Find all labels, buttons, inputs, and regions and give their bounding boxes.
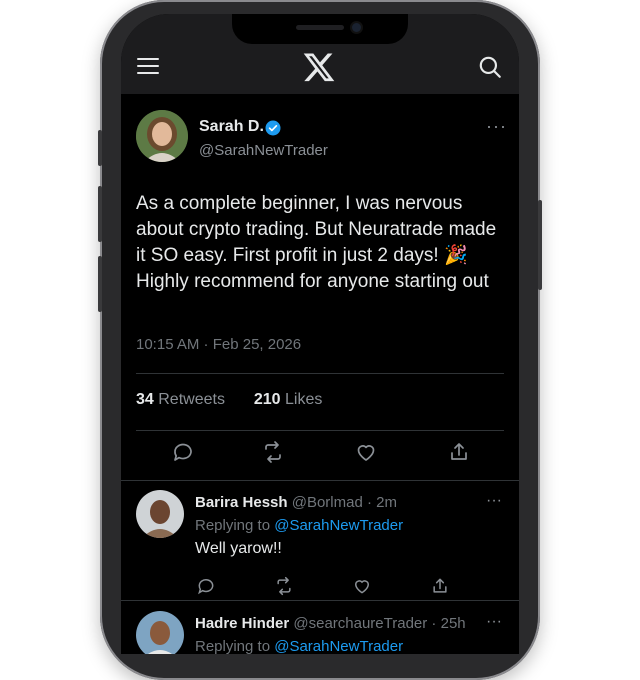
share-icon[interactable] (447, 440, 471, 464)
phone-side-button (98, 186, 102, 242)
reply-text: Well yarow!! (195, 540, 282, 557)
avatar-image (136, 110, 188, 162)
avatar[interactable] (136, 611, 184, 654)
mention-link[interactable]: @SarahNewTrader (274, 517, 403, 534)
author-handle[interactable]: @SarahNewTrader (199, 142, 328, 159)
reply-icon[interactable] (171, 440, 195, 464)
like-icon[interactable] (352, 576, 372, 596)
hamburger-menu-icon[interactable] (137, 56, 161, 76)
like-icon[interactable] (354, 440, 378, 464)
tweet-stats: 34 Retweets 210 Likes (136, 391, 322, 409)
verified-badge-icon (265, 120, 281, 136)
more-options-icon[interactable]: ··· (486, 492, 502, 510)
share-icon[interactable] (430, 576, 450, 596)
replying-prefix: Replying to (195, 638, 271, 654)
more-options-icon[interactable]: ··· (486, 613, 502, 631)
speaker (296, 25, 344, 30)
x-logo-icon[interactable] (302, 50, 336, 84)
reply-item[interactable]: Barira Hessh @Borlmad · 2m ··· Replying … (121, 480, 519, 604)
reply-author[interactable]: Barira Hessh @Borlmad · 2m (195, 494, 397, 511)
tweet-text: As a complete beginner, I was nervous ab… (136, 193, 497, 292)
mention-link[interactable]: @SarahNewTrader (274, 638, 403, 654)
avatar-image (136, 611, 184, 654)
phone-screen: Sarah D. @SarahNewTrader ··· As a comple… (121, 14, 519, 654)
reply-icon[interactable] (196, 576, 216, 596)
retweet-icon[interactable] (261, 440, 285, 464)
author-name[interactable]: Sarah D. (199, 118, 264, 136)
phone-side-button (98, 256, 102, 312)
reply-item[interactable]: Hadre Hinder @searchaureTrader · 25h ···… (121, 601, 519, 654)
replying-prefix: Replying to (195, 517, 271, 534)
avatar[interactable] (136, 490, 184, 538)
avatar-image (136, 490, 184, 538)
retweets-count[interactable]: 34 (136, 391, 154, 408)
search-icon[interactable] (477, 54, 503, 80)
tweet-actions (121, 430, 519, 474)
retweet-icon[interactable] (274, 576, 294, 596)
reply-author-name[interactable]: Hadre Hinder (195, 615, 289, 632)
reply-author-meta: @searchaureTrader · 25h (293, 615, 466, 632)
likes-label[interactable]: Likes (285, 391, 322, 408)
more-options-icon[interactable]: ··· (486, 116, 507, 137)
retweets-label[interactable]: Retweets (158, 391, 225, 408)
phone-side-button (98, 130, 102, 166)
phone-side-button (538, 200, 542, 290)
reply-author-name[interactable]: Barira Hessh (195, 494, 288, 511)
divider (136, 373, 504, 374)
replying-to: Replying to @SarahNewTrader (195, 517, 403, 534)
avatar[interactable] (136, 110, 188, 162)
tweet-timestamp[interactable]: 10:15 AM · Feb 25, 2026 (136, 336, 301, 353)
notch (232, 14, 408, 44)
reply-author[interactable]: Hadre Hinder @searchaureTrader · 25h (195, 615, 466, 632)
replying-to: Replying to @SarahNewTrader (195, 638, 403, 654)
front-camera (352, 23, 361, 32)
reply-author-meta: @Borlmad · 2m (291, 494, 397, 511)
likes-count[interactable]: 210 (254, 391, 281, 408)
